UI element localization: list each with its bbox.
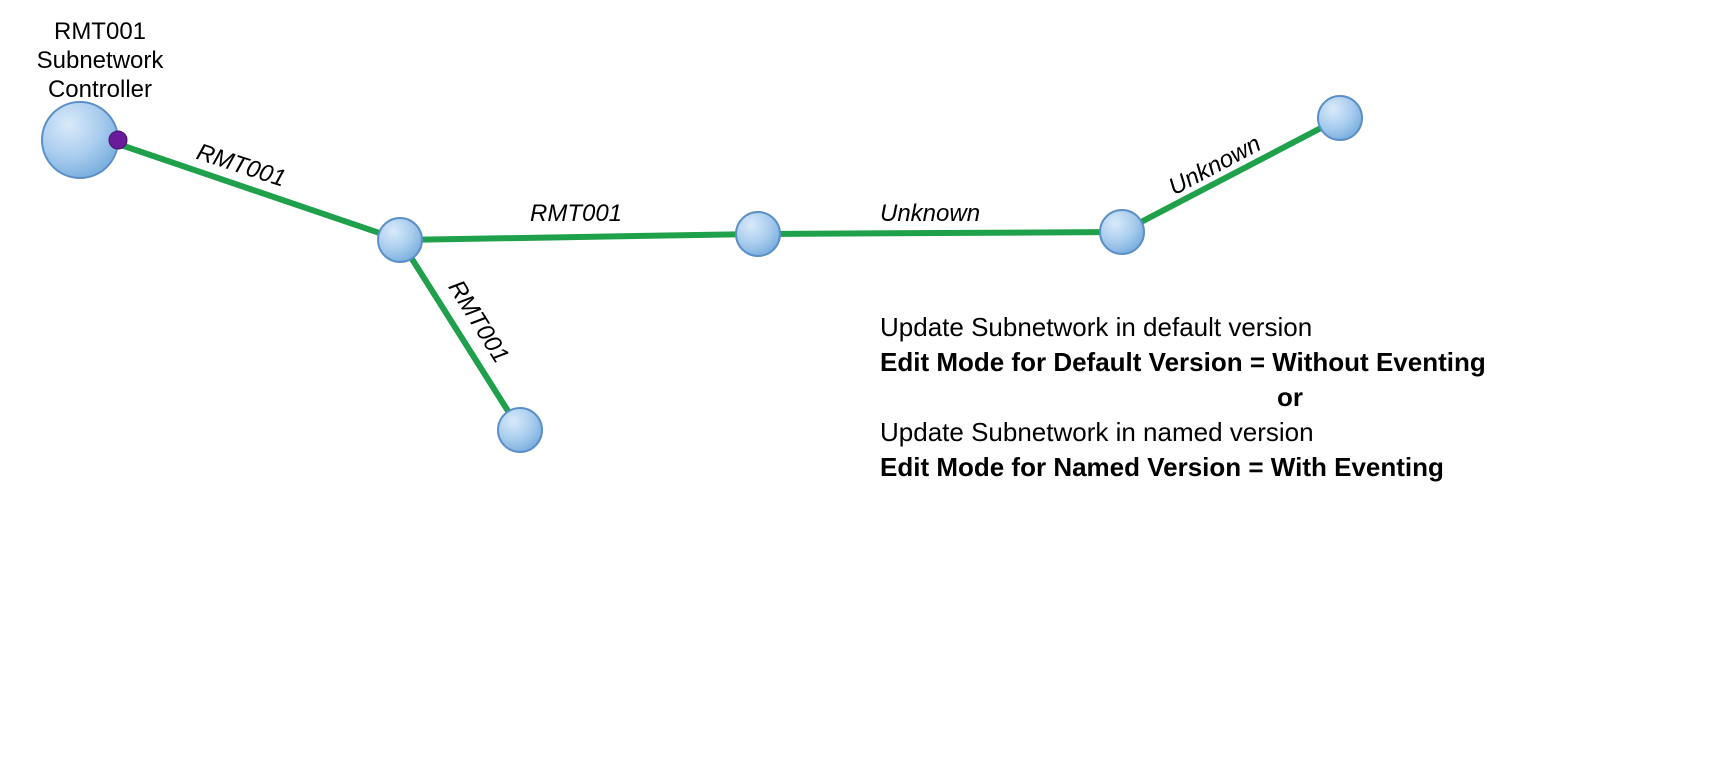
edge-unknown-2	[1122, 118, 1340, 232]
controller-label: RMT001 Subnetwork Controller	[10, 18, 190, 104]
info-line-4: Update Subnetwork in named version	[880, 415, 1700, 450]
controller-label-line3: Controller	[10, 76, 190, 105]
controller-marker-dot	[109, 131, 127, 149]
info-line-2: Edit Mode for Default Version = Without …	[880, 345, 1700, 380]
edge-unknown-1	[758, 232, 1122, 234]
junction-node-5	[498, 408, 542, 452]
info-line-5: Edit Mode for Named Version = With Event…	[880, 450, 1700, 485]
junction-node-1	[378, 218, 422, 262]
edge-rmt001-2	[400, 234, 758, 240]
junction-node-3	[1100, 210, 1144, 254]
controller-node	[42, 102, 118, 178]
info-line-or: or	[880, 380, 1700, 415]
info-line-1: Update Subnetwork in default version	[880, 310, 1700, 345]
controller-label-line1: RMT001	[10, 18, 190, 47]
edge-label-rmt001-2: RMT001	[530, 200, 622, 228]
info-block: Update Subnetwork in default version Edi…	[880, 310, 1700, 485]
edge-label-unknown-1: Unknown	[880, 200, 980, 228]
junction-node-4	[1318, 96, 1362, 140]
junction-node-2	[736, 212, 780, 256]
controller-label-line2: Subnetwork	[10, 47, 190, 76]
